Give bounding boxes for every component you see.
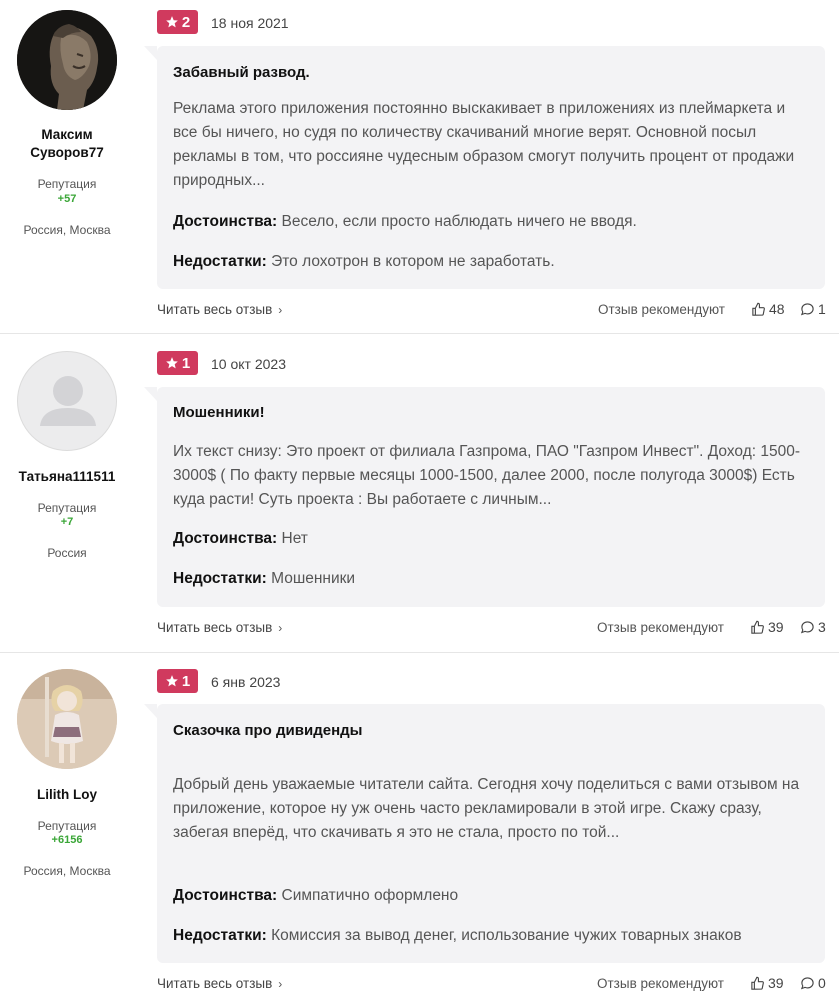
review-cons: Недостатки: Это лохотрон в котором не за… — [173, 253, 813, 271]
cons-label: Недостатки: — [173, 253, 267, 270]
star-icon — [165, 357, 178, 369]
cons-label: Недостатки: — [173, 570, 267, 587]
pros-text: Симпатично оформлено — [281, 887, 459, 904]
cons-text: Комиссия за вывод денег, использование ч… — [271, 927, 742, 944]
review-text: Реклама этого приложения постоянно выска… — [173, 100, 795, 189]
user-name-line1[interactable]: Lilith Loy — [0, 786, 134, 804]
recommend-label: Отзыв рекомендуют — [597, 976, 724, 991]
review-text: Добрый день уважаемые читатели сайта. Се… — [173, 776, 800, 841]
review-date: 18 ноя 2021 — [211, 15, 289, 31]
user-location: Россия — [47, 546, 87, 560]
review-body: Забавный развод. Реклама этого приложени… — [144, 46, 825, 289]
read-more-label[interactable]: Читать весь отзыв — [157, 302, 272, 317]
thumbs-up-icon — [751, 976, 764, 990]
recommend-label: Отзыв рекомендуют — [598, 302, 725, 317]
review-cons: Недостатки: Мошенники — [173, 570, 813, 588]
review-text: Их текст снизу: Это проект от филиала Га… — [173, 443, 801, 508]
avatar[interactable] — [17, 351, 117, 451]
review-title[interactable]: Мошенники! — [173, 404, 265, 421]
review-date: 6 янв 2023 — [211, 674, 281, 690]
rating-value: 2 — [181, 13, 191, 31]
rating-value: 1 — [181, 354, 191, 372]
review-body: Сказочка про дивиденды Добрый день уважа… — [144, 704, 825, 963]
chevron-right-icon: › — [278, 977, 283, 991]
pros-label: Достоинства: — [173, 213, 278, 230]
comments-count: 0 — [818, 975, 826, 991]
comments-button[interactable]: 0 — [800, 975, 826, 991]
avatar[interactable] — [17, 669, 117, 769]
pros-label: Достоинства: — [173, 530, 278, 547]
thumbs-up-icon — [751, 620, 764, 634]
likes-count: 39 — [768, 619, 784, 635]
comment-icon — [800, 976, 814, 989]
user-location: Россия, Москва — [23, 864, 111, 878]
review-card: Максим Суворов77 Репутация +57 Россия, М… — [0, 0, 839, 333]
review-card: Татьяна111511 Репутация +7 Россия 1 10 о… — [0, 334, 839, 652]
reputation-label: Репутация — [37, 819, 97, 833]
user-name[interactable]: Максим Суворов77 — [0, 126, 134, 162]
reputation-value: +57 — [57, 193, 77, 205]
rating-badge: 1 — [157, 351, 198, 375]
cons-text: Мошенники — [271, 570, 356, 587]
likes-count: 39 — [768, 975, 784, 991]
user-name-line2[interactable]: Суворов77 — [0, 144, 134, 162]
star-icon — [165, 16, 178, 28]
user-name-line1[interactable]: Татьяна111511 — [0, 468, 134, 486]
statue-image — [17, 10, 117, 110]
review-title[interactable]: Сказочка про дивиденды — [173, 722, 362, 739]
read-more-link[interactable]: Читать весь отзыв › — [157, 620, 282, 635]
rating-badge: 2 — [157, 10, 198, 34]
like-button[interactable]: 48 — [751, 301, 785, 317]
reputation-label: Репутация — [37, 501, 97, 515]
rating-value: 1 — [181, 672, 191, 690]
star-icon — [165, 675, 178, 687]
doll-image — [17, 669, 117, 769]
likes-count: 48 — [769, 301, 785, 317]
read-more-label[interactable]: Читать весь отзыв — [157, 976, 272, 991]
review-pros: Достоинства: Весело, если просто наблюда… — [173, 213, 813, 231]
pros-text: Весело, если просто наблюдать ничего не … — [281, 213, 637, 230]
comments-count: 1 — [818, 301, 826, 317]
review-pros: Достоинства: Симпатично оформлено — [173, 887, 813, 905]
review-body: Мошенники! Их текст снизу: Это проект от… — [144, 387, 825, 607]
reputation-value: +7 — [60, 516, 74, 528]
comments-button[interactable]: 1 — [800, 301, 826, 317]
avatar[interactable] — [17, 10, 117, 110]
pros-label: Достоинства: — [173, 887, 278, 904]
user-name-line1[interactable]: Максим — [0, 126, 134, 144]
comments-count: 3 — [818, 619, 826, 635]
user-name[interactable]: Татьяна111511 — [0, 468, 134, 486]
thumbs-up-icon — [752, 302, 765, 316]
comments-button[interactable]: 3 — [800, 619, 826, 635]
comment-icon — [800, 620, 814, 633]
review-pros: Достоинства: Нет — [173, 530, 813, 548]
pros-text: Нет — [281, 530, 308, 547]
cons-label: Недостатки: — [173, 927, 267, 944]
like-button[interactable]: 39 — [750, 619, 784, 635]
review-card: Lilith Loy Репутация +6156 Россия, Москв… — [0, 653, 839, 1003]
recommend-label: Отзыв рекомендуют — [597, 620, 724, 635]
review-cons: Недостатки: Комиссия за вывод денег, исп… — [173, 927, 813, 945]
comment-icon — [800, 302, 814, 315]
rating-badge: 1 — [157, 669, 198, 693]
read-more-link[interactable]: Читать весь отзыв › — [157, 976, 282, 991]
user-name[interactable]: Lilith Loy — [0, 786, 134, 804]
chevron-right-icon: › — [278, 303, 283, 317]
review-title[interactable]: Забавный развод. — [173, 64, 310, 81]
reputation-value: +6156 — [51, 834, 83, 846]
review-date: 10 окт 2023 — [211, 356, 286, 372]
user-location: Россия, Москва — [23, 223, 111, 237]
read-more-label[interactable]: Читать весь отзыв — [157, 620, 272, 635]
cons-text: Это лохотрон в котором не заработать. — [271, 253, 555, 270]
default-avatar-icon — [40, 376, 96, 426]
read-more-link[interactable]: Читать весь отзыв › — [157, 302, 282, 317]
reputation-label: Репутация — [37, 177, 97, 191]
like-button[interactable]: 39 — [750, 975, 784, 991]
chevron-right-icon: › — [278, 621, 283, 635]
